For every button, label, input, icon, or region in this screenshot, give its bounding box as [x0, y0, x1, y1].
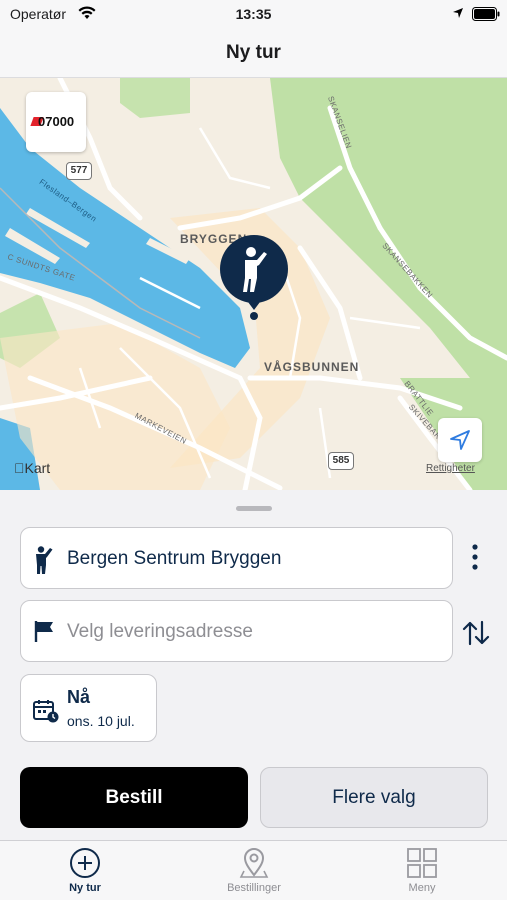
- battery-icon: [472, 7, 500, 21]
- pickup-pin-icon[interactable]: [220, 234, 288, 324]
- clock: 13:35: [235, 6, 272, 22]
- tab-bookings[interactable]: Bestillinger: [189, 847, 319, 900]
- dropoff-placeholder: Velg leveringsadresse: [67, 621, 253, 642]
- maps-attribution: Kart: [14, 460, 50, 476]
- taxi-logo: 07000: [26, 92, 86, 152]
- pickup-field[interactable]: Bergen Sentrum Bryggen: [20, 527, 453, 589]
- more-options-button[interactable]: Flere valg: [260, 767, 488, 828]
- location-arrow-icon: [453, 8, 463, 18]
- legal-link[interactable]: Rettigheter: [426, 463, 475, 474]
- grid-icon: [407, 848, 437, 878]
- time-label: Nå: [67, 687, 91, 707]
- location-arrow-icon: [450, 430, 470, 450]
- more-options-icon[interactable]: [466, 542, 484, 572]
- tab-menu[interactable]: Meny: [357, 847, 487, 900]
- locate-me-button[interactable]: [438, 418, 482, 462]
- pickup-address: Bergen Sentrum Bryggen: [67, 548, 282, 569]
- tab-label: Ny tur: [69, 882, 101, 894]
- calendar-clock-icon: [33, 700, 59, 723]
- map-pin-icon: [239, 848, 269, 878]
- order-button[interactable]: Bestill: [20, 767, 248, 828]
- apple-logo-icon: : [14, 460, 25, 476]
- tab-bar: Ny tur Bestillinger Meny: [0, 840, 507, 900]
- swap-addresses-icon[interactable]: [462, 620, 490, 646]
- tab-label: Meny: [408, 882, 436, 894]
- dropoff-field[interactable]: Velg leveringsadresse: [20, 600, 453, 662]
- time-date: ons. 10 jul.: [67, 713, 135, 729]
- tab-label: Bestillinger: [227, 882, 281, 894]
- page-title: Ny tur: [226, 42, 281, 63]
- navigation-bar: Ny tur: [0, 30, 507, 78]
- time-picker[interactable]: Nå ons. 10 jul.: [20, 674, 157, 742]
- flag-icon: [34, 621, 53, 642]
- sheet-grabber[interactable]: [236, 506, 272, 511]
- map-view[interactable]: BRYGGEN VÅGSBUNNEN C SUNDTS GATE MARKEVE…: [0, 78, 507, 490]
- trip-sheet: Bergen Sentrum Bryggen Velg leveringsadr…: [0, 490, 507, 840]
- status-bar: Operatør 13:35: [0, 0, 507, 30]
- maps-attribution-text: Kart: [14, 460, 51, 476]
- road-shield: 585: [328, 452, 354, 470]
- person-hailing-icon: [36, 546, 53, 574]
- map-label-vagsbunnen: VÅGSBUNNEN: [264, 360, 360, 374]
- tab-new-trip[interactable]: Ny tur: [20, 847, 150, 900]
- logo-text: 07000: [38, 114, 75, 129]
- plus-circle-icon: [70, 848, 100, 878]
- road-shield: 577: [66, 162, 92, 180]
